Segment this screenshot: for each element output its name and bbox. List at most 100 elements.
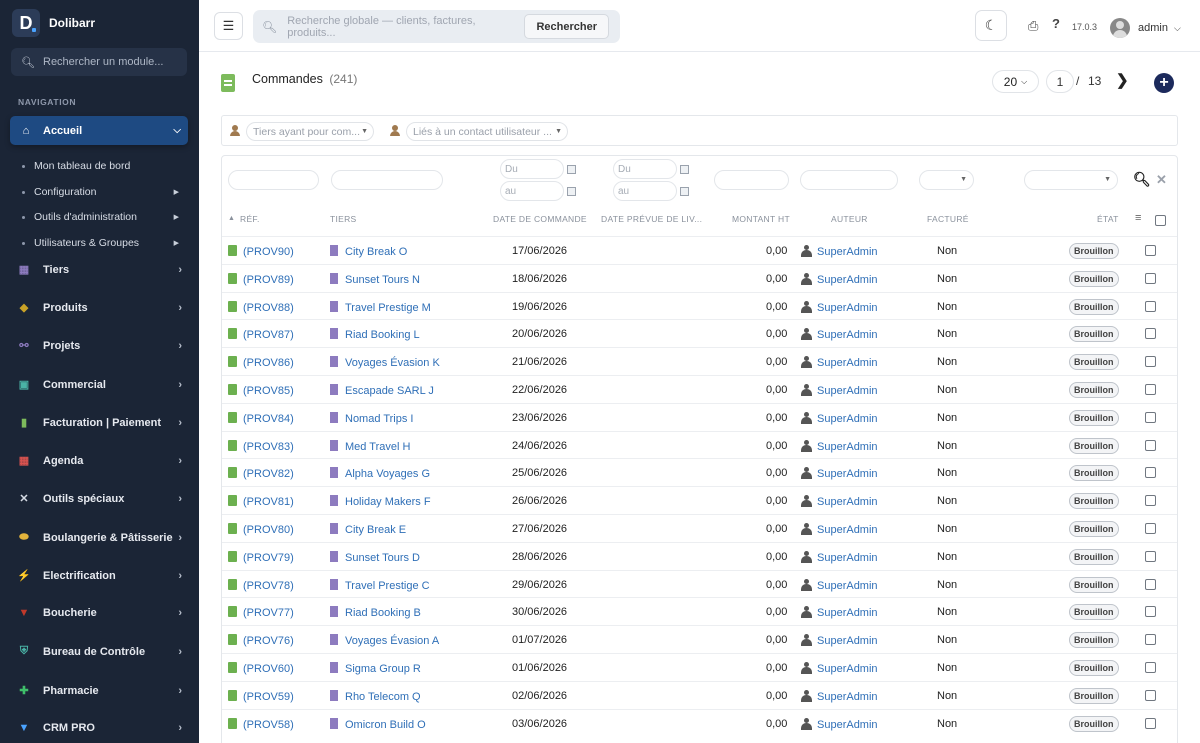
table-row[interactable]: (PROV82) Alpha Voyages G 25/06/2026 0,00 Sup…: [222, 458, 1177, 487]
thirdparty-link[interactable]: Omicron Build O: [330, 717, 426, 731]
author-link[interactable]: SuperAdmin: [801, 634, 878, 647]
column-header-order-date[interactable]: DATE DE COMMANDE: [493, 214, 587, 224]
row-checkbox[interactable]: [1145, 411, 1156, 423]
column-selector-icon[interactable]: ≡: [1135, 212, 1142, 224]
order-ref-link[interactable]: (PROV59): [228, 689, 294, 703]
table-row[interactable]: (PROV88) Travel Prestige M 19/06/2026 0,00 S…: [222, 291, 1177, 320]
thirdparty-filter-input[interactable]: [331, 170, 443, 190]
column-header-amount[interactable]: MONTANT HT: [732, 214, 790, 224]
thirdparty-link[interactable]: Nomad Trips I: [330, 411, 413, 425]
global-search-button[interactable]: Rechercher: [524, 14, 609, 39]
contact-filter-select[interactable]: Liés à un contact utilisateur ... ▼: [406, 122, 568, 141]
thirdparty-filter-select[interactable]: Tiers ayant pour com... ▼: [246, 122, 374, 141]
billed-filter-select[interactable]: ▼: [919, 170, 974, 190]
order-ref-link[interactable]: (PROV88): [228, 300, 294, 314]
order-ref-link[interactable]: (PROV77): [228, 606, 294, 619]
author-link[interactable]: SuperAdmin: [801, 356, 878, 369]
brand[interactable]: D Dolibarr: [12, 9, 95, 37]
order-ref-link[interactable]: (PROV86): [228, 356, 294, 369]
clear-filter-icon[interactable]: ✕: [1156, 172, 1167, 188]
table-row[interactable]: (PROV58) Omicron Build O 03/06/2026 0,00 Sup…: [222, 708, 1177, 737]
status-filter-select[interactable]: ▼: [1024, 170, 1118, 190]
sidebar-item[interactable]: ⚡ Electrification ›: [17, 569, 185, 583]
sidebar-item[interactable]: ▣ Commercial ›: [17, 378, 185, 392]
order-ref-link[interactable]: (PROV83): [228, 439, 294, 453]
column-header-author[interactable]: AUTEUR: [831, 214, 868, 224]
thirdparty-link[interactable]: Travel Prestige C: [330, 578, 430, 592]
order-ref-link[interactable]: (PROV90): [228, 245, 294, 258]
author-link[interactable]: SuperAdmin: [801, 522, 878, 536]
table-row[interactable]: (PROV90) City Break O 17/06/2026 0,00 SuperA…: [222, 236, 1177, 264]
column-header-status[interactable]: ÉTAT: [1097, 214, 1119, 224]
author-link[interactable]: SuperAdmin: [801, 550, 878, 564]
table-row[interactable]: (PROV85) Escapade SARL J 22/06/2026 0,00 Sup…: [222, 374, 1177, 403]
order-date-from-input[interactable]: Du: [500, 159, 564, 179]
order-ref-link[interactable]: (PROV85): [228, 383, 294, 397]
sidebar-item[interactable]: ▦ Tiers ›: [17, 263, 185, 277]
table-row[interactable]: (PROV76) Voyages Évasion A 01/07/2026 0,00 S…: [222, 625, 1177, 653]
order-ref-link[interactable]: (PROV58): [228, 717, 294, 731]
author-link[interactable]: SuperAdmin: [801, 661, 878, 675]
row-checkbox[interactable]: [1145, 578, 1156, 590]
sidebar-subitem[interactable]: Mon tableau de bord: [22, 160, 182, 172]
per-page-select[interactable]: 20 ⌵: [992, 70, 1039, 93]
row-checkbox[interactable]: [1145, 550, 1156, 562]
thirdparty-link[interactable]: Riad Booking L: [330, 328, 420, 341]
author-link[interactable]: SuperAdmin: [801, 272, 878, 286]
order-date-to-input[interactable]: au: [500, 181, 564, 201]
table-row[interactable]: (PROV60) Sigma Group R 01/06/2026 0,00 Super…: [222, 652, 1177, 681]
order-ref-link[interactable]: (PROV81): [228, 495, 294, 508]
amount-filter-input[interactable]: [714, 170, 789, 190]
table-row[interactable]: (PROV83) Med Travel H 24/06/2026 0,00 SuperA…: [222, 430, 1177, 459]
sidebar-item[interactable]: ▮ Facturation | Paiement ›: [17, 416, 185, 430]
delivery-date-to-input[interactable]: au: [613, 181, 677, 201]
thirdparty-link[interactable]: Escapade SARL J: [330, 383, 434, 397]
thirdparty-link[interactable]: Holiday Makers F: [330, 495, 431, 508]
thirdparty-link[interactable]: Voyages Évasion A: [330, 634, 439, 647]
order-ref-link[interactable]: (PROV60): [228, 661, 294, 675]
author-link[interactable]: SuperAdmin: [801, 717, 878, 731]
sidebar-item[interactable]: ⛨ Bureau de Contrôle ›: [17, 645, 185, 658]
sidebar-item[interactable]: ✚ Pharmacie ›: [17, 684, 185, 698]
thirdparty-link[interactable]: Travel Prestige M: [330, 300, 431, 314]
row-checkbox[interactable]: [1145, 467, 1156, 479]
thirdparty-link[interactable]: Sigma Group R: [330, 661, 421, 675]
order-ref-link[interactable]: (PROV87): [228, 328, 294, 341]
page-number-input[interactable]: 1: [1046, 70, 1074, 93]
row-checkbox[interactable]: [1145, 272, 1156, 284]
sidebar-item[interactable]: ⬬ Boulangerie & Pâtisserie ›: [17, 531, 185, 544]
global-search-input[interactable]: Recherche globale — clients, factures, p…: [287, 15, 524, 39]
thirdparty-link[interactable]: Sunset Tours D: [330, 550, 420, 564]
table-row[interactable]: (PROV80) City Break E 27/06/2026 0,00 SuperA…: [222, 513, 1177, 542]
table-row[interactable]: (PROV89) Sunset Tours N 18/06/2026 0,00 Supe…: [222, 263, 1177, 292]
add-order-button[interactable]: +: [1154, 73, 1174, 93]
calendar-icon[interactable]: [680, 187, 689, 196]
thirdparty-link[interactable]: City Break E: [330, 522, 406, 536]
sidebar-item[interactable]: ▦ Agenda ›: [17, 454, 185, 468]
author-link[interactable]: SuperAdmin: [801, 606, 878, 619]
thirdparty-link[interactable]: Rho Telecom Q: [330, 689, 421, 703]
author-link[interactable]: SuperAdmin: [801, 300, 878, 314]
table-row[interactable]: (PROV87) Riad Booking L 20/06/2026 0,00 Supe…: [222, 319, 1177, 347]
search-icon[interactable]: 🔍︎: [1133, 171, 1151, 188]
order-ref-link[interactable]: (PROV84): [228, 411, 294, 425]
row-checkbox[interactable]: [1145, 328, 1156, 340]
help-icon[interactable]: ?: [1052, 16, 1060, 31]
table-row[interactable]: (PROV79) Sunset Tours D 28/06/2026 0,00 Supe…: [222, 541, 1177, 570]
row-checkbox[interactable]: [1145, 522, 1156, 534]
column-header-thirdparty[interactable]: TIERS: [330, 214, 357, 224]
column-header-delivery-date[interactable]: DATE PRÉVUE DE LIV...: [601, 214, 702, 224]
calendar-icon[interactable]: [567, 165, 576, 174]
row-checkbox[interactable]: [1145, 356, 1156, 368]
row-checkbox[interactable]: [1145, 634, 1156, 646]
author-link[interactable]: SuperAdmin: [801, 495, 878, 508]
thirdparty-link[interactable]: Med Travel H: [330, 439, 410, 453]
author-link[interactable]: SuperAdmin: [801, 467, 878, 480]
row-checkbox[interactable]: [1145, 495, 1156, 507]
order-ref-link[interactable]: (PROV78): [228, 578, 294, 592]
sidebar-subitem[interactable]: Utilisateurs & Groupes ▶: [22, 237, 182, 249]
row-checkbox[interactable]: [1145, 245, 1156, 256]
row-checkbox[interactable]: [1145, 689, 1156, 701]
author-link[interactable]: SuperAdmin: [801, 578, 878, 592]
calendar-icon[interactable]: [680, 165, 689, 174]
